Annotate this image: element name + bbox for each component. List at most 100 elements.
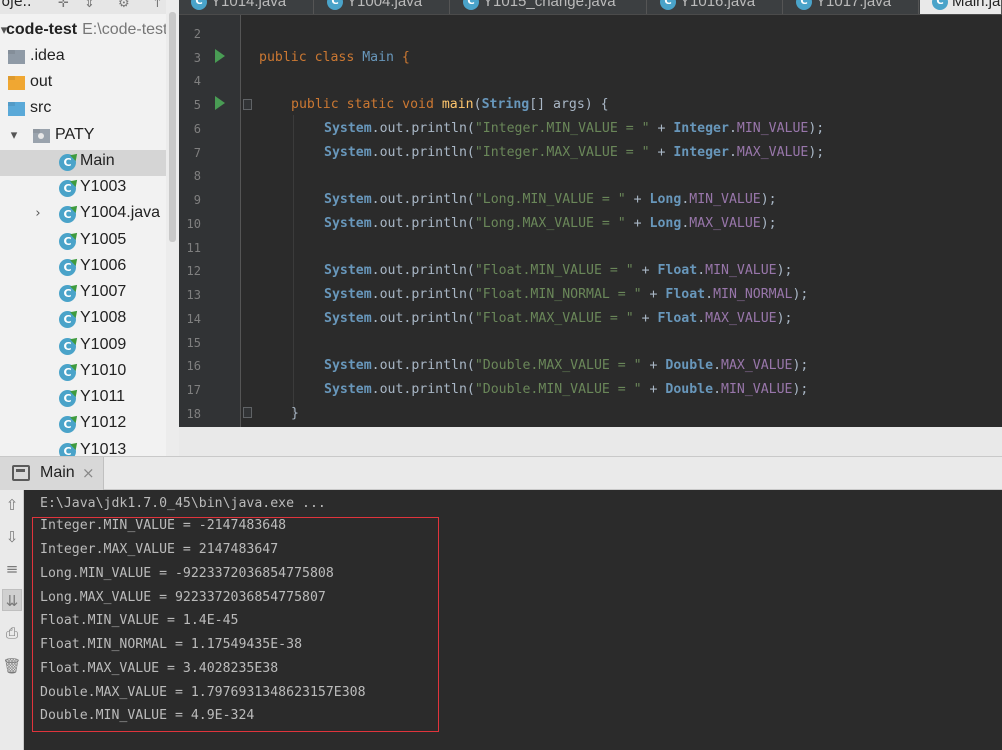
run-class-icon[interactable] xyxy=(215,49,225,63)
tree-item-y1005[interactable]: C Y1005 xyxy=(0,229,166,255)
scroll-to-end-icon[interactable]: ⇊ xyxy=(2,589,22,611)
class-icon: C xyxy=(59,311,76,328)
tree-item-out[interactable]: out xyxy=(0,71,166,97)
line-number: 11 xyxy=(186,241,201,255)
locate-icon[interactable]: ✛ xyxy=(58,0,69,11)
tree-item-label: .idea xyxy=(30,47,65,64)
code-field: MAX_VALUE xyxy=(705,311,777,326)
tree-item-label: Y1006 xyxy=(80,257,127,274)
collapse-arrow-icon[interactable]: ▾ xyxy=(8,128,20,143)
line-number: 16 xyxy=(186,359,201,373)
hide-panel-icon[interactable]: ↑ xyxy=(152,0,163,11)
tree-item-y1006[interactable]: C Y1006 xyxy=(0,255,166,281)
up-arrow-icon[interactable]: ⇧ xyxy=(2,494,22,516)
run-main-icon[interactable] xyxy=(215,96,225,110)
project-path: E:\code-test xyxy=(82,21,168,38)
tab-main-java[interactable]: C Main.java xyxy=(920,0,1002,14)
source-folder-icon xyxy=(8,102,25,116)
fold-marker-icon[interactable] xyxy=(243,407,252,418)
tree-item-y1008[interactable]: C Y1008 xyxy=(0,307,166,333)
console-output-line: Float.MIN_VALUE = 1.4E-45 xyxy=(40,613,239,628)
code-string: "Integer.MIN_VALUE = " xyxy=(474,121,650,136)
project-view-title[interactable]: roje.. xyxy=(0,0,31,10)
console-output-line: Double.MIN_VALUE = 4.9E-324 xyxy=(40,708,255,723)
soft-wrap-icon[interactable]: ≡ xyxy=(2,558,22,580)
trash-icon[interactable]: 🗑 xyxy=(2,655,22,677)
code-keyword: public class xyxy=(259,50,363,65)
code-operator: + xyxy=(649,121,674,136)
tab-label: Y1017.java xyxy=(816,0,892,10)
print-icon[interactable]: ⎙ xyxy=(2,622,22,644)
tree-root-code-test[interactable]: ▾ code-test E:\code-test xyxy=(0,19,168,45)
tree-item-y1010[interactable]: C Y1010 xyxy=(0,360,166,386)
code-operator: + xyxy=(625,192,650,207)
tab-y1016[interactable]: C Y1016.java xyxy=(648,0,783,14)
tree-item-y1011[interactable]: C Y1011 xyxy=(0,386,166,412)
tree-item-main[interactable]: C Main xyxy=(0,150,179,176)
class-icon: C xyxy=(191,0,207,10)
close-icon[interactable]: × xyxy=(82,464,95,482)
code-type: Float xyxy=(665,287,706,302)
code-operator: + xyxy=(641,382,666,397)
code-operator: + xyxy=(625,216,650,231)
tree-item-src[interactable]: src xyxy=(0,97,166,123)
tab-y1015-change[interactable]: C Y1015_change.java xyxy=(451,0,647,14)
tree-item-y1009[interactable]: C Y1009 xyxy=(0,334,166,360)
tab-y1014[interactable]: C Y1014.java xyxy=(179,0,314,14)
scrollbar-thumb[interactable] xyxy=(169,12,176,242)
run-tool-window-header: Main × xyxy=(0,456,1002,490)
down-arrow-icon[interactable]: ⇩ xyxy=(2,526,22,548)
editor-tab-bar: C Y1014.java C Y1004.java C Y1015_change… xyxy=(179,0,1002,15)
tree-item-y1013[interactable]: C Y1013 xyxy=(0,439,166,456)
code-class-name: Main xyxy=(362,50,394,65)
editor-gutter: 2 3 4 5 6 7 8 9 10 11 12 13 14 15 16 17 … xyxy=(179,15,241,427)
tree-item-label: Y1011 xyxy=(80,388,126,405)
line-number: 12 xyxy=(186,264,201,278)
run-tab-main[interactable]: Main × xyxy=(0,457,104,490)
tree-item-y1007[interactable]: C Y1007 xyxy=(0,281,166,307)
collapse-all-icon[interactable]: ⇕ xyxy=(84,0,95,11)
code-type: System xyxy=(324,358,372,373)
console-output-line: Long.MAX_VALUE = 9223372036854775807 xyxy=(40,590,326,605)
code-close: ); xyxy=(808,121,825,136)
tab-y1017[interactable]: C Y1017.java xyxy=(784,0,919,14)
code-editor[interactable]: 2 3 4 5 6 7 8 9 10 11 12 13 14 15 16 17 … xyxy=(179,15,1002,427)
class-icon: C xyxy=(59,206,76,223)
tree-item-paty[interactable]: ▾ PATY xyxy=(0,124,166,150)
class-icon: C xyxy=(932,0,948,10)
code-field: MIN_VALUE xyxy=(736,121,809,136)
sidebar-scrollbar[interactable] xyxy=(166,0,179,456)
code-field: MIN_NORMAL xyxy=(713,287,793,302)
tree-item-idea[interactable]: .idea xyxy=(0,45,166,71)
tree-item-y1004[interactable]: › C Y1004.java xyxy=(0,202,166,228)
class-icon: C xyxy=(59,390,76,407)
class-icon: C xyxy=(59,180,76,197)
code-type: System xyxy=(324,145,372,160)
class-icon: C xyxy=(327,0,343,10)
code-string: "Double.MIN_VALUE = " xyxy=(474,382,642,397)
tree-item-label: Y1010 xyxy=(80,362,127,379)
fold-marker-icon[interactable] xyxy=(243,99,252,110)
tree-item-label: Y1013 xyxy=(80,441,127,456)
line-number: 13 xyxy=(186,288,201,302)
code-line-print: System.out.println("Long.MIN_VALUE = " +… xyxy=(324,188,777,212)
project-tool-window: roje.. ✛ ⇕ ⚙ ↑ ▾ code-testE:\code-test .… xyxy=(0,0,179,456)
tree-item-y1003[interactable]: C Y1003 xyxy=(0,176,166,202)
code-call: .out.println( xyxy=(371,121,475,136)
line-number: 14 xyxy=(186,312,201,326)
code-close: ); xyxy=(792,287,809,302)
class-icon: C xyxy=(59,285,76,302)
expand-arrow-icon[interactable]: › xyxy=(32,206,44,221)
settings-gear-icon[interactable]: ⚙ xyxy=(118,0,130,11)
code-type: Double xyxy=(665,358,714,373)
class-icon: C xyxy=(59,338,76,355)
tree-item-label: Y1007 xyxy=(80,283,127,300)
code-string: "Long.MIN_VALUE = " xyxy=(474,192,626,207)
console-output-line: Integer.MAX_VALUE = 2147483647 xyxy=(40,542,279,557)
code-type: Integer xyxy=(673,145,729,160)
tree-item-y1012[interactable]: C Y1012 xyxy=(0,412,166,438)
tab-y1004[interactable]: C Y1004.java xyxy=(315,0,450,14)
code-string: "Double.MAX_VALUE = " xyxy=(474,358,642,373)
run-console-output[interactable]: E:\Java\jdk1.7.0_45\bin\java.exe ... Int… xyxy=(24,490,1002,750)
code-method-name: main xyxy=(441,97,474,112)
